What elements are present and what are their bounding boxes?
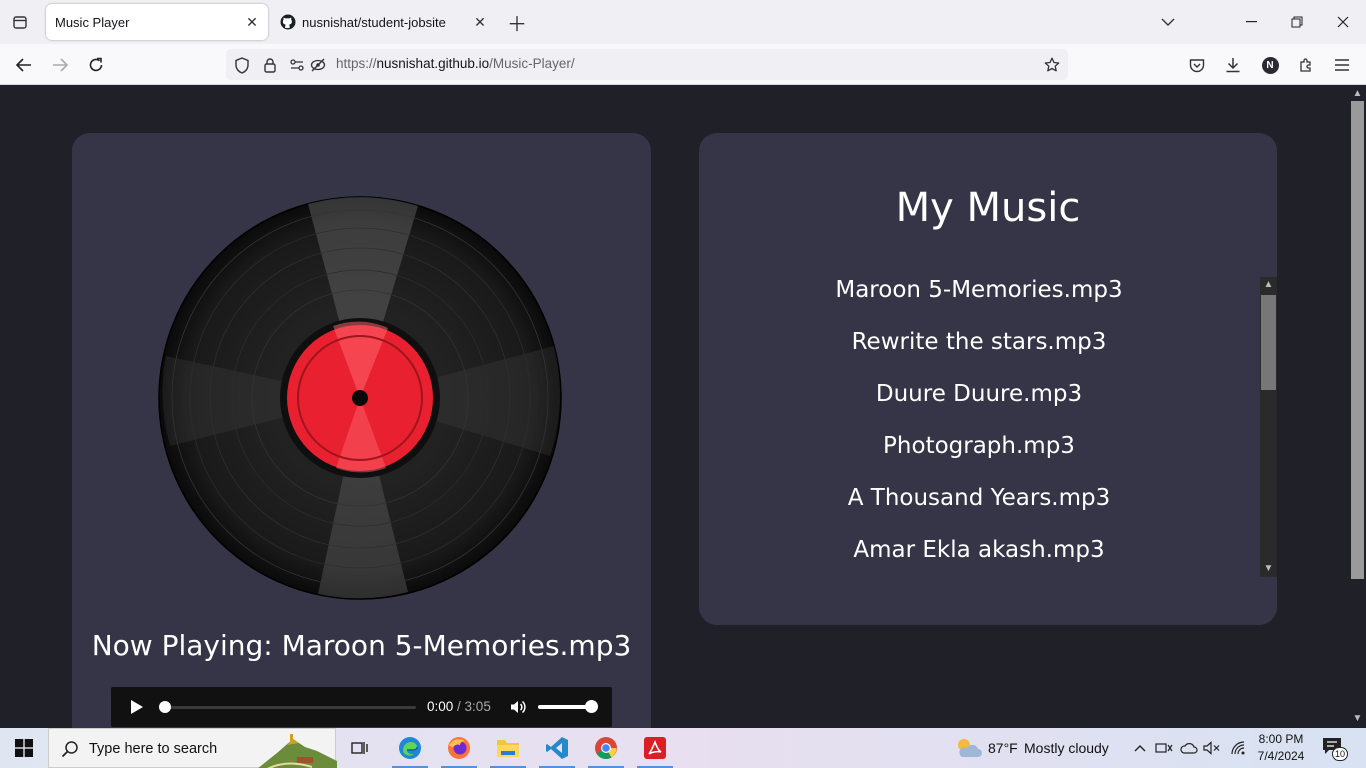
player-card: Now Playing: Maroon 5-Memories.mp3 0:00 … — [72, 133, 651, 728]
acrobat-icon[interactable] — [631, 728, 679, 768]
url-host: nusnishat.github.io — [376, 56, 490, 71]
input-method-icon[interactable] — [1155, 739, 1173, 757]
page-scrollbar[interactable]: ▲ ▼ — [1349, 85, 1366, 728]
time-separator: / — [453, 699, 465, 714]
permissions-icon[interactable] — [288, 56, 306, 74]
show-hidden-icons-chevron-icon[interactable] — [1131, 739, 1149, 757]
song-item[interactable]: Photograph.mp3 — [699, 433, 1259, 459]
song-item[interactable]: Duure Duure.mp3 — [699, 381, 1259, 407]
search-highlight-scenery-icon — [258, 734, 337, 768]
duration: 3:05 — [464, 699, 491, 714]
tab-title: nusnishat/student-jobsite — [302, 14, 446, 30]
weather-temperature[interactable]: 87°F — [988, 740, 1018, 756]
account-avatar[interactable]: N — [1255, 50, 1285, 80]
clock-date: 7/4/2024 — [1257, 749, 1305, 763]
file-explorer-icon[interactable] — [484, 728, 532, 768]
weather-description[interactable]: Mostly cloudy — [1024, 740, 1109, 756]
edge-icon[interactable] — [386, 728, 434, 768]
task-view-icon[interactable] — [336, 728, 384, 768]
volume-handle[interactable] — [585, 700, 598, 713]
seek-bar[interactable] — [161, 706, 416, 709]
scroll-up-arrow-icon[interactable]: ▲ — [1263, 279, 1274, 290]
song-item[interactable]: Amar Ekla akash.mp3 — [699, 537, 1259, 563]
downloads-icon[interactable] — [1218, 50, 1248, 80]
reload-icon[interactable] — [81, 50, 111, 80]
url-scheme: https:// — [336, 56, 377, 71]
tracking-blocked-icon[interactable] — [309, 56, 327, 74]
minimize-icon[interactable] — [1228, 0, 1274, 44]
scrollbar-thumb[interactable] — [1351, 101, 1364, 579]
taskbar-search-box[interactable]: Type here to search — [48, 728, 337, 768]
extensions-icon[interactable] — [1291, 50, 1321, 80]
menu-hamburger-icon[interactable] — [1327, 50, 1357, 80]
browser-tab-bar: Music Player ✕ nusnishat/student-jobsite… — [0, 0, 1366, 44]
tab-title: Music Player — [55, 14, 130, 30]
address-bar[interactable]: https://nusnishat.github.io/Music-Player… — [226, 49, 1068, 80]
close-tab-icon[interactable]: ✕ — [240, 10, 264, 34]
scroll-up-arrow-icon[interactable]: ▲ — [1352, 88, 1363, 99]
tab-list-button[interactable] — [6, 8, 34, 36]
onedrive-sync-icon[interactable] — [1180, 739, 1198, 757]
new-tab-button[interactable]: ＋ — [503, 8, 531, 36]
taskbar: Type here to search 87°F Mostly cloudy 8… — [0, 728, 1366, 768]
my-music-heading: My Music — [895, 185, 1081, 231]
chrome-icon[interactable] — [582, 728, 630, 768]
scrollbar-thumb[interactable] — [1261, 295, 1276, 390]
now-playing-text: Now Playing: Maroon 5-Memories.mp3 — [91, 629, 632, 662]
bookmark-star-icon[interactable] — [1043, 56, 1061, 74]
pocket-icon[interactable] — [1182, 50, 1212, 80]
profile-initial: N — [1261, 56, 1279, 74]
tab-music-player[interactable]: Music Player ✕ — [46, 4, 268, 40]
current-time: 0:00 — [427, 699, 454, 714]
page-content: Now Playing: Maroon 5-Memories.mp3 0:00 … — [0, 85, 1349, 728]
list-all-tabs-chevron-icon[interactable] — [1145, 0, 1191, 44]
url-text: https://nusnishat.github.io/Music-Player… — [336, 56, 575, 71]
audio-player: 0:00 / 3:05 — [111, 687, 612, 727]
play-icon[interactable] — [127, 698, 145, 716]
song-item[interactable]: Maroon 5-Memories.mp3 — [699, 277, 1259, 303]
volume-icon[interactable] — [509, 698, 527, 716]
clock-time: 8:00 PM — [1258, 732, 1304, 746]
song-list: Maroon 5-Memories.mp3 Rewrite the stars.… — [699, 277, 1259, 577]
scroll-down-arrow-icon[interactable]: ▼ — [1263, 563, 1274, 574]
lock-icon[interactable] — [261, 56, 279, 74]
seek-handle[interactable] — [159, 701, 171, 713]
forward-arrow-icon[interactable] — [45, 50, 75, 80]
scroll-down-arrow-icon[interactable]: ▼ — [1352, 713, 1363, 724]
volume-muted-icon[interactable] — [1203, 739, 1221, 757]
restore-icon[interactable] — [1274, 0, 1320, 44]
system-clock[interactable]: 8:00 PM 7/4/2024 — [1250, 731, 1312, 765]
tab-list-icon — [13, 16, 27, 29]
vscode-icon[interactable] — [533, 728, 581, 768]
back-arrow-icon[interactable] — [9, 50, 39, 80]
notification-count-badge: 10 — [1332, 747, 1348, 761]
close-window-icon[interactable] — [1320, 0, 1366, 44]
vinyl-record-image — [158, 196, 562, 600]
song-item[interactable]: A Thousand Years.mp3 — [699, 485, 1259, 511]
tab-student-jobsite[interactable]: nusnishat/student-jobsite ✕ — [272, 4, 496, 40]
windows-start-button[interactable] — [0, 728, 48, 768]
network-icon[interactable] — [1229, 739, 1247, 757]
browser-nav-bar: https://nusnishat.github.io/Music-Player… — [0, 44, 1366, 85]
weather-cloudy-icon[interactable] — [954, 737, 982, 759]
notification-center-button[interactable]: 10 — [1322, 737, 1348, 761]
url-path: /Music-Player/ — [489, 56, 575, 71]
time-display: 0:00 / 3:05 — [427, 699, 491, 714]
windows-logo-icon — [15, 739, 33, 757]
github-icon — [280, 14, 296, 30]
song-list-scrollbar[interactable]: ▲ ▼ — [1260, 277, 1277, 577]
firefox-icon[interactable] — [435, 728, 483, 768]
search-icon — [61, 741, 78, 758]
shield-icon[interactable] — [233, 56, 251, 74]
song-item[interactable]: Rewrite the stars.mp3 — [699, 329, 1259, 355]
close-tab-icon[interactable]: ✕ — [468, 10, 492, 34]
music-list-card: My Music Maroon 5-Memories.mp3 Rewrite t… — [699, 133, 1277, 625]
search-placeholder: Type here to search — [89, 741, 218, 757]
